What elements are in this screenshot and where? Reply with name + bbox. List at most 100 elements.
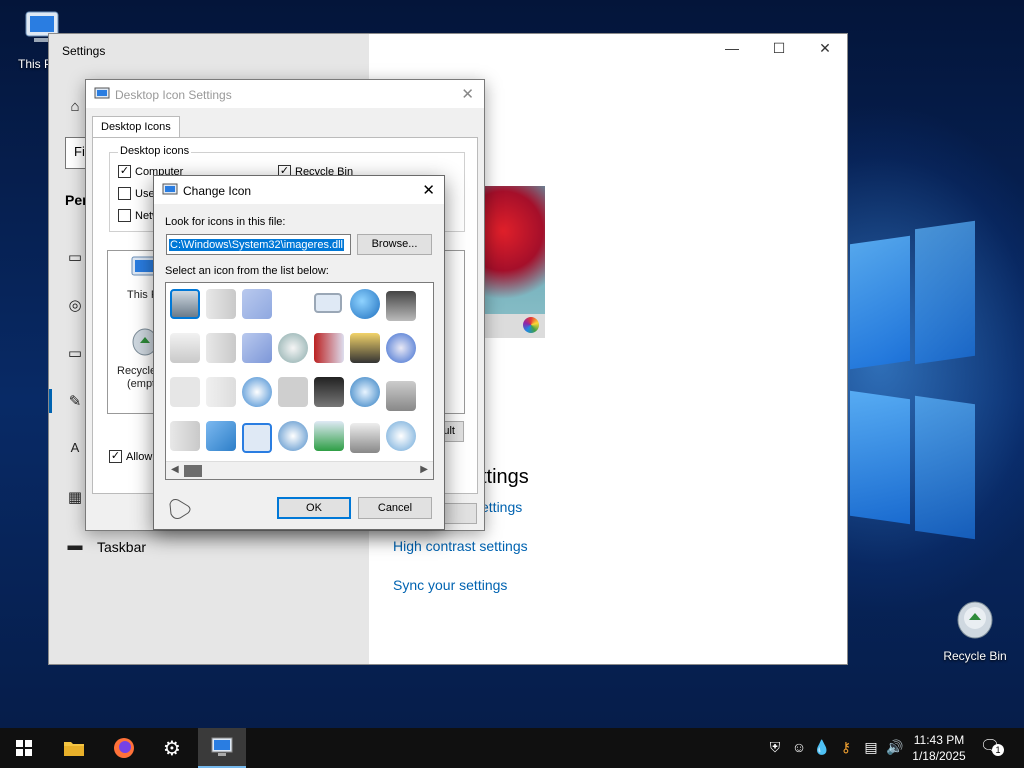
maximize-button[interactable]: ☐: [756, 40, 802, 57]
fonts-icon[interactable]: A: [65, 440, 85, 460]
home-icon[interactable]: ⌂: [65, 98, 85, 118]
taskbar-nav-icon[interactable]: ▬: [65, 537, 85, 557]
checkbox-allow-themes[interactable]: ✓ Allow t: [109, 450, 158, 463]
dialog-titlebar: Change Icon ✕: [154, 176, 444, 204]
related-settings-heading: ttings: [481, 466, 529, 488]
icon-option[interactable]: [242, 423, 272, 453]
icon-option[interactable]: [170, 333, 200, 363]
scroll-left-icon[interactable]: ◀: [171, 464, 179, 475]
icon-grid[interactable]: ◀ ▶: [165, 282, 434, 480]
icon-option[interactable]: [278, 333, 308, 363]
icon-option[interactable]: [170, 289, 200, 319]
file-explorer-icon: [64, 742, 84, 756]
select-icon-label: Select an icon from the list below:: [165, 265, 329, 277]
dialog-title: Desktop Icon Settings: [115, 88, 232, 102]
link-high-contrast-settings[interactable]: High contrast settings: [393, 538, 528, 554]
checkbox-unchecked-icon: [118, 209, 131, 222]
wallpaper-logo-pane: [850, 235, 910, 370]
icon-option[interactable]: [314, 333, 344, 363]
browse-button[interactable]: Browse...: [357, 234, 432, 255]
clock-date: 1/18/2025: [912, 749, 966, 763]
close-icon[interactable]: ✕: [422, 181, 435, 199]
checkbox-unchecked-icon: [118, 187, 131, 200]
icon-option[interactable]: [206, 333, 236, 363]
desktop-icon-recycle-bin[interactable]: Recycle Bin: [935, 598, 1015, 663]
themes-icon[interactable]: ✎: [65, 392, 85, 412]
tab-desktop-icons[interactable]: Desktop Icons: [92, 116, 180, 137]
hand-cursor-icon: [169, 499, 191, 519]
icon-option[interactable]: [206, 377, 236, 407]
icon-option[interactable]: [278, 377, 308, 407]
background-icon[interactable]: ▭: [65, 248, 85, 268]
windows-start-icon: [16, 740, 32, 756]
scroll-right-icon[interactable]: ▶: [420, 464, 428, 475]
group-label: Desktop icons: [118, 145, 192, 157]
horizontal-scrollbar[interactable]: ◀ ▶: [166, 461, 433, 479]
close-icon[interactable]: ✕: [461, 85, 474, 103]
icon-option[interactable]: [350, 423, 380, 453]
nav-selected-indicator: [49, 389, 52, 413]
icon-option[interactable]: [314, 377, 344, 407]
security-alert-icon[interactable]: ⛨: [766, 739, 784, 756]
icon-option[interactable]: [242, 333, 272, 363]
network-icon[interactable]: ▤: [862, 739, 880, 756]
icon-option[interactable]: [170, 377, 200, 407]
nav-item-taskbar[interactable]: Taskbar: [97, 539, 146, 555]
file-explorer-button[interactable]: [50, 728, 98, 768]
notification-count: 1: [992, 744, 1004, 756]
icon-option[interactable]: [206, 421, 236, 451]
scrollbar-thumb[interactable]: [184, 465, 202, 477]
icon-option[interactable]: [278, 421, 308, 451]
gear-icon: ⚙: [163, 737, 181, 760]
icon-option[interactable]: [386, 333, 416, 363]
desktop-icon-settings-icon: [211, 737, 233, 756]
desktop-icon-settings-taskbar-button[interactable]: [198, 728, 246, 768]
icon-option[interactable]: [386, 291, 416, 321]
cancel-button[interactable]: Cancel: [358, 497, 432, 519]
lock-screen-icon[interactable]: ▭: [65, 344, 85, 364]
system-clock[interactable]: 11:43 PM 1/18/2025: [908, 732, 970, 764]
volume-icon[interactable]: 🔊: [886, 739, 904, 756]
close-button[interactable]: ✕: [802, 40, 848, 57]
key-icon[interactable]: ⚷: [837, 739, 855, 756]
colors-icon[interactable]: ◎: [65, 296, 85, 316]
firefox-button[interactable]: [100, 728, 148, 768]
icon-option[interactable]: [242, 289, 272, 319]
icon-list-item-label: (empt: [127, 378, 156, 390]
icon-option[interactable]: [350, 333, 380, 363]
desktop-icon-label: Recycle Bin: [943, 649, 1007, 663]
people-icon[interactable]: ☺: [790, 739, 808, 755]
change-icon-dialog: Change Icon ✕ Look for icons in this fil…: [153, 175, 445, 530]
change-icon-app-icon: [162, 183, 178, 195]
drop-icon[interactable]: 💧: [813, 739, 831, 756]
icon-option[interactable]: [170, 421, 200, 451]
icon-option[interactable]: [386, 421, 416, 451]
dialog-titlebar: Desktop Icon Settings ✕: [86, 80, 484, 108]
minimize-button[interactable]: —: [709, 40, 755, 56]
checkbox-checked-icon: ✓: [109, 450, 122, 463]
path-value: C:\Windows\System32\imageres.dll: [169, 239, 345, 251]
settings-taskbar-button[interactable]: ⚙: [148, 728, 196, 768]
icon-option[interactable]: [350, 377, 380, 407]
icon-option[interactable]: [314, 421, 344, 451]
icon-file-path-input[interactable]: C:\Windows\System32\imageres.dll: [166, 234, 351, 255]
window-title: Settings: [62, 44, 106, 58]
icon-option[interactable]: [242, 377, 272, 407]
icon-option[interactable]: [314, 293, 342, 313]
taskbar: ⚙ ⛨ ☺ 💧 ⚷ ▤ 🔊 11:43 PM 1/18/2025 🗨 1: [0, 728, 1024, 768]
start-menu-icon[interactable]: ▦: [65, 488, 85, 508]
look-for-label: Look for icons in this file:: [165, 216, 286, 228]
icon-option[interactable]: [386, 381, 416, 411]
recycle-bin-icon: [957, 601, 993, 639]
wallpaper-logo-pane: [915, 395, 975, 540]
icon-option[interactable]: [350, 289, 380, 319]
wallpaper-logo-pane: [850, 390, 910, 525]
start-button[interactable]: [0, 728, 48, 768]
link-sync-settings[interactable]: Sync your settings: [393, 577, 507, 593]
desktop-icon-settings-icon: [94, 87, 110, 99]
icon-option[interactable]: [206, 289, 236, 319]
link-desktop-icon-settings[interactable]: ettings: [481, 499, 522, 515]
clock-time: 11:43 PM: [913, 733, 965, 747]
ok-button[interactable]: OK: [277, 497, 351, 519]
action-center-button[interactable]: 🗨 1: [980, 736, 1006, 760]
